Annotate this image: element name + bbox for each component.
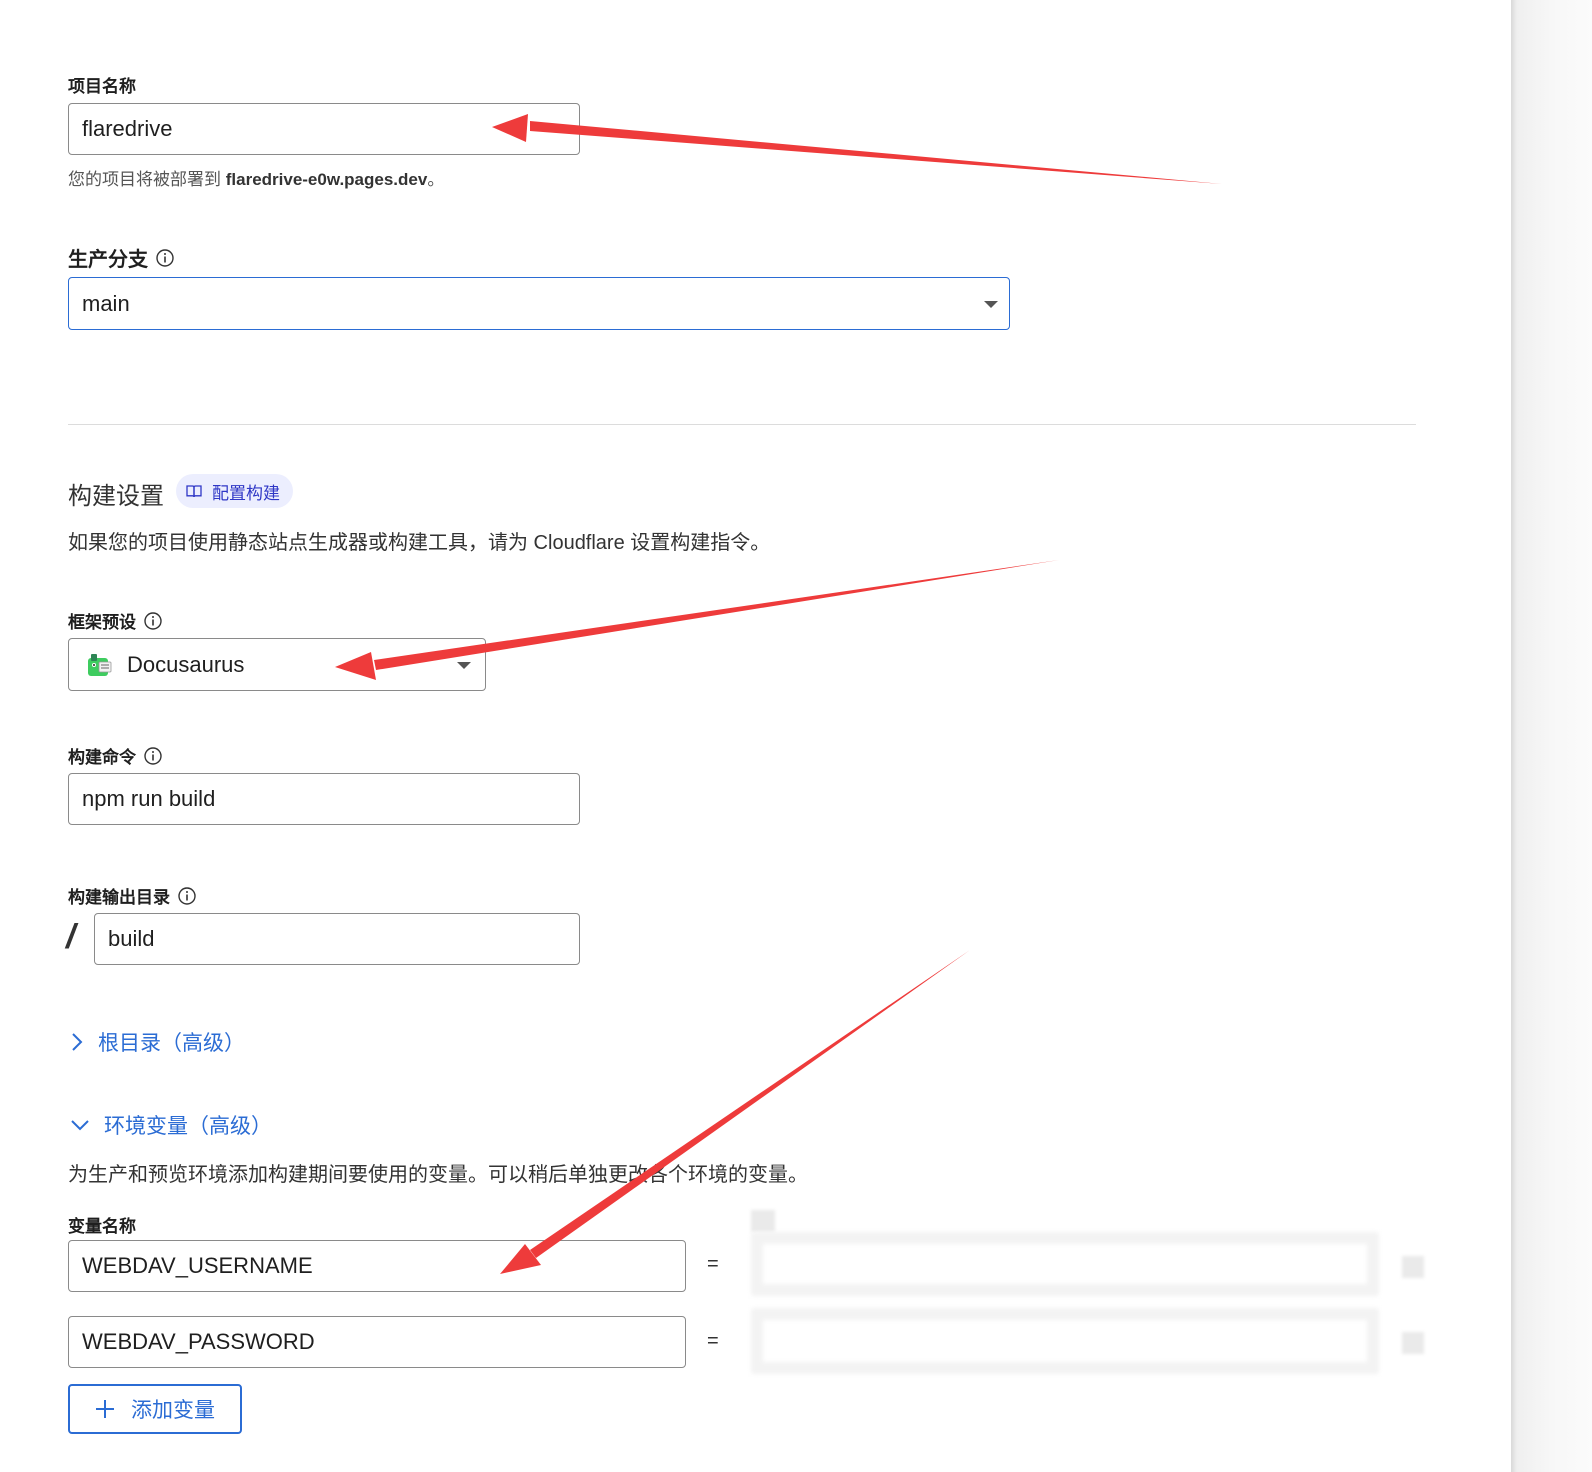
build-output-label: 构建输出目录 xyxy=(68,883,196,908)
book-icon xyxy=(186,485,202,498)
build-command-label: 构建命令 xyxy=(68,743,162,768)
redacted-value-header xyxy=(751,1210,775,1232)
annotation-arrow xyxy=(530,121,1222,184)
chevron-down-icon xyxy=(984,301,998,308)
project-name-input[interactable]: flaredrive xyxy=(68,103,580,155)
configure-build-link[interactable]: 配置构建 xyxy=(176,474,293,508)
variable-name-header: 变量名称 xyxy=(68,1217,136,1236)
docusaurus-logo-icon xyxy=(88,653,112,676)
path-prefix: / xyxy=(66,918,76,956)
project-name-label: 项目名称 xyxy=(68,77,136,96)
env-vars-description: 为生产和预览环境添加构建期间要使用的变量。可以稍后单独更改各个环境的变量。 xyxy=(68,1164,808,1186)
chevron-right-icon xyxy=(72,1033,83,1051)
build-settings-description: 如果您的项目使用静态站点生成器或构建工具，请为 Cloudflare 设置构建指… xyxy=(68,532,771,554)
equals-sign: = xyxy=(707,1253,719,1275)
chevron-down-icon xyxy=(457,662,471,669)
info-icon[interactable] xyxy=(156,248,174,267)
chevron-down-icon xyxy=(71,1120,89,1131)
deploy-hint: 您的项目将被部署到 flaredrive-e0w.pages.dev。 xyxy=(68,170,445,189)
equals-sign: = xyxy=(707,1330,719,1352)
production-branch-label: 生产分支 xyxy=(68,243,174,272)
build-settings-title: 构建设置 xyxy=(68,483,164,510)
env-vars-toggle[interactable]: 环境变量（高级） xyxy=(70,1110,272,1140)
remove-variable-icon[interactable] xyxy=(1402,1332,1424,1354)
page-edge-shadow xyxy=(1511,0,1592,1472)
annotation-arrow xyxy=(530,950,970,1258)
variable-value-input-2[interactable] xyxy=(751,1308,1379,1374)
remove-variable-icon[interactable] xyxy=(1402,1256,1424,1278)
section-divider xyxy=(68,424,1416,425)
info-icon[interactable] xyxy=(178,886,196,905)
build-command-input[interactable]: npm run build xyxy=(68,773,580,825)
plus-icon xyxy=(96,1400,114,1418)
variable-value-input-1[interactable] xyxy=(751,1232,1379,1296)
variable-name-input-2[interactable]: WEBDAV_PASSWORD xyxy=(68,1316,686,1368)
add-variable-button[interactable]: 添加变量 xyxy=(68,1384,242,1434)
root-directory-toggle[interactable]: 根目录（高级） xyxy=(70,1027,245,1057)
framework-preset-select[interactable]: Docusaurus xyxy=(68,638,486,691)
production-branch-select[interactable]: main xyxy=(68,277,1010,330)
variable-name-input-1[interactable]: WEBDAV_USERNAME xyxy=(68,1240,686,1292)
build-output-input[interactable]: build xyxy=(94,913,580,965)
info-icon[interactable] xyxy=(144,746,162,765)
info-icon[interactable] xyxy=(144,611,162,630)
framework-preset-label: 框架预设 xyxy=(68,608,162,633)
